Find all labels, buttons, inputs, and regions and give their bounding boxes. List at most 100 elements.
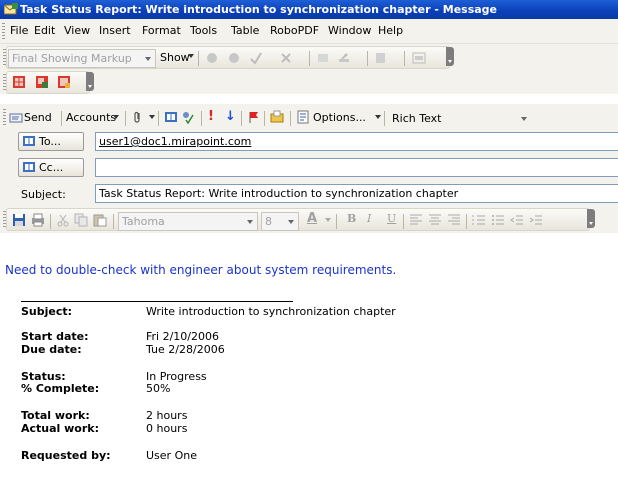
paste-icon[interactable]	[93, 213, 107, 227]
address-book-icon	[23, 136, 35, 146]
align-center-icon[interactable]	[428, 213, 442, 227]
font-size-value: 8	[265, 215, 272, 228]
field-value: Tue 2/28/2006	[146, 343, 225, 356]
chevron-down-icon	[375, 115, 381, 119]
accounts-button[interactable]: Accounts	[66, 111, 116, 124]
bold-icon[interactable]: B	[347, 212, 356, 225]
separator	[309, 51, 310, 66]
menu-edit[interactable]: Edit	[34, 24, 55, 37]
highlight-icon[interactable]	[337, 51, 351, 65]
chevron-down-icon	[247, 220, 253, 224]
message-window: Task Status Report: Write introduction t…	[0, 0, 618, 485]
menu-format[interactable]: Format	[142, 24, 181, 37]
accept-change-icon[interactable]	[249, 51, 263, 65]
menu-table[interactable]: Table	[231, 24, 259, 37]
reject-change-icon[interactable]	[279, 51, 293, 65]
save-icon[interactable]	[12, 213, 26, 227]
subject-field[interactable]: Task Status Report: Write introduction t…	[95, 184, 618, 203]
track-changes-icon[interactable]	[374, 51, 388, 65]
reviewing-pane-icon[interactable]	[412, 51, 426, 65]
show-button[interactable]: Show	[160, 51, 190, 64]
check-names-icon[interactable]	[180, 110, 194, 124]
align-right-icon[interactable]	[447, 213, 461, 227]
separator	[404, 51, 405, 66]
address-book-icon[interactable]	[164, 110, 178, 124]
chevron-down-icon	[288, 220, 294, 224]
separator	[384, 111, 385, 126]
menu-help[interactable]: Help	[378, 24, 403, 37]
decrease-indent-icon[interactable]	[510, 213, 524, 227]
menu-robopdf[interactable]: RoboPDF	[270, 24, 319, 37]
toolbar-options-button[interactable]	[86, 72, 94, 91]
cc-button[interactable]: Cc...	[18, 158, 84, 177]
italic-icon[interactable]: I	[367, 212, 371, 225]
previous-change-icon[interactable]	[205, 51, 219, 65]
importance-low-icon[interactable]: ↓	[225, 109, 236, 124]
font-size-dropdown[interactable]: 8	[261, 212, 299, 231]
copy-icon[interactable]	[74, 213, 88, 227]
next-change-icon[interactable]	[227, 51, 241, 65]
cut-icon[interactable]	[56, 213, 70, 227]
font-name-value: Tahoma	[122, 215, 165, 228]
address-book-icon	[23, 162, 35, 172]
toolbar-options-button[interactable]	[587, 209, 595, 228]
to-button-label: To...	[39, 135, 61, 148]
menu-view[interactable]: View	[64, 24, 90, 37]
send-button[interactable]: Send	[24, 111, 52, 124]
cc-button-label: Cc...	[39, 161, 64, 174]
message-format-dropdown[interactable]: Rich Text	[388, 109, 540, 128]
separator	[113, 214, 114, 229]
field-value: 2 hours	[146, 409, 188, 422]
print-icon[interactable]	[31, 213, 45, 227]
toolbar-grip[interactable]	[3, 109, 6, 125]
chevron-down-icon	[145, 57, 151, 61]
display-for-review-dropdown[interactable]: Final Showing Markup	[8, 49, 156, 68]
menu-file[interactable]: File	[10, 24, 28, 37]
title-bar[interactable]: Task Status Report: Write introduction t…	[0, 0, 618, 19]
field-value: User One	[146, 449, 197, 462]
menu-insert[interactable]: Insert	[99, 24, 131, 37]
separator	[158, 111, 159, 126]
follow-up-flag-icon[interactable]	[247, 110, 261, 124]
separator	[403, 214, 404, 229]
separator	[264, 111, 265, 126]
menubar-grip[interactable]	[2, 23, 5, 39]
underline-icon[interactable]: U	[387, 212, 396, 225]
increase-indent-icon[interactable]	[529, 213, 543, 227]
to-field[interactable]: user1@doc1.mirapoint.com	[95, 132, 618, 151]
menu-tools[interactable]: Tools	[190, 24, 217, 37]
message-format-value: Rich Text	[392, 112, 442, 125]
to-recipient[interactable]: user1@doc1.mirapoint.com	[99, 135, 251, 148]
field-label: Requested by:	[21, 449, 111, 462]
field-value: Write introduction to synchronization ch…	[146, 305, 396, 318]
convert-to-pdf-icon[interactable]	[12, 75, 26, 89]
new-comment-icon[interactable]	[316, 51, 330, 65]
chevron-down-icon	[149, 115, 155, 119]
importance-high-icon[interactable]: !	[208, 109, 214, 124]
address-header: To... user1@doc1.mirapoint.com Cc... Sub…	[0, 131, 618, 205]
pdf-settings-icon[interactable]	[57, 75, 71, 89]
field-label: Subject:	[21, 305, 73, 318]
message-body[interactable]: Need to double-check with engineer about…	[0, 233, 618, 485]
to-button[interactable]: To...	[18, 132, 84, 151]
menu-window[interactable]: Window	[328, 24, 371, 37]
numbered-list-icon[interactable]	[472, 213, 486, 227]
field-label: Due date:	[21, 343, 82, 356]
font-color-icon[interactable]: A	[307, 211, 317, 226]
chevron-down-icon	[325, 218, 331, 222]
bullet-list-icon[interactable]	[491, 213, 505, 227]
field-label: % Complete:	[21, 382, 100, 395]
options-icon	[297, 110, 309, 124]
reviewing-toolbar: Final Showing Markup Show	[0, 44, 618, 69]
task-message-icon	[4, 3, 18, 15]
options-button[interactable]: Options...	[313, 111, 366, 124]
field-label: Total work:	[21, 409, 90, 422]
convert-and-email-pdf-icon[interactable]	[35, 75, 49, 89]
display-for-review-value: Final Showing Markup	[12, 52, 132, 65]
attach-file-icon[interactable]	[131, 110, 145, 124]
cc-field[interactable]	[95, 158, 618, 177]
toolbar-options-button[interactable]	[446, 47, 454, 66]
permission-icon[interactable]	[270, 110, 284, 124]
align-left-icon[interactable]	[409, 213, 423, 227]
font-name-dropdown[interactable]: Tahoma	[118, 212, 258, 231]
